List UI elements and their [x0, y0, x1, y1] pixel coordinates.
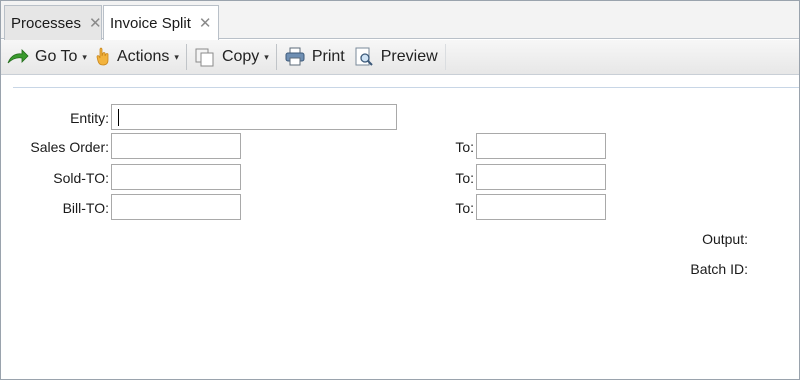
sold-to-to-field[interactable]	[476, 164, 606, 190]
bill-to-to-field[interactable]	[476, 194, 606, 220]
tab-invoice-split[interactable]: Invoice Split ✕	[103, 5, 219, 40]
actions-label: Actions	[116, 48, 170, 65]
output-label: Output:	[702, 231, 748, 247]
tab-processes-label: Processes	[11, 14, 82, 32]
goto-arrow-icon	[7, 49, 29, 65]
bill-to-field[interactable]	[111, 194, 241, 220]
copy-icon	[194, 47, 216, 67]
printer-icon	[284, 47, 306, 67]
copy-label: Copy	[221, 48, 260, 65]
tab-invoice-split-label: Invoice Split	[110, 14, 191, 32]
window: Processes ✕ Invoice Split ✕ Go To ▾ Acti…	[0, 0, 800, 380]
sold-to-to-label: To:	[455, 170, 474, 186]
sold-to-field[interactable]	[111, 164, 241, 190]
toolbar-separator	[444, 44, 446, 70]
tab-processes[interactable]: Processes ✕	[4, 5, 102, 40]
text-cursor	[118, 109, 119, 126]
goto-button[interactable]: Go To ▾	[3, 43, 91, 71]
chevron-down-icon: ▾	[82, 51, 87, 62]
close-icon[interactable]: ✕	[199, 16, 212, 31]
close-icon[interactable]: ✕	[89, 16, 102, 31]
toolbar-separator	[275, 44, 277, 70]
preview-button[interactable]: Preview	[349, 43, 442, 71]
print-preview-icon	[353, 47, 375, 67]
tab-strip: Processes ✕ Invoice Split ✕	[1, 1, 799, 40]
sales-order-label: Sales Order:	[30, 139, 109, 155]
sales-order-field[interactable]	[111, 133, 241, 159]
print-button[interactable]: Print	[280, 43, 349, 71]
toolbar-separator	[185, 44, 187, 70]
copy-button[interactable]: Copy ▾	[190, 43, 273, 71]
entity-label: Entity:	[70, 110, 109, 126]
toolbar: Go To ▾ Actions ▾ Copy ▾ Print Preview	[1, 40, 799, 75]
bill-to-label: Bill-TO:	[62, 200, 109, 216]
entity-field[interactable]	[111, 104, 397, 130]
chevron-down-icon: ▾	[264, 51, 269, 62]
sales-order-to-field[interactable]	[476, 133, 606, 159]
chevron-down-icon: ▾	[174, 51, 179, 62]
print-label: Print	[311, 48, 345, 65]
bill-to-to-label: To:	[455, 200, 474, 216]
sales-order-to-label: To:	[455, 139, 474, 155]
sold-to-label: Sold-TO:	[53, 170, 109, 186]
preview-label: Preview	[380, 48, 438, 65]
divider	[13, 87, 799, 88]
goto-label: Go To	[35, 48, 78, 65]
actions-button[interactable]: Actions ▾	[91, 43, 183, 71]
hand-pointer-icon	[95, 47, 111, 67]
batch-id-label: Batch ID:	[690, 261, 748, 277]
